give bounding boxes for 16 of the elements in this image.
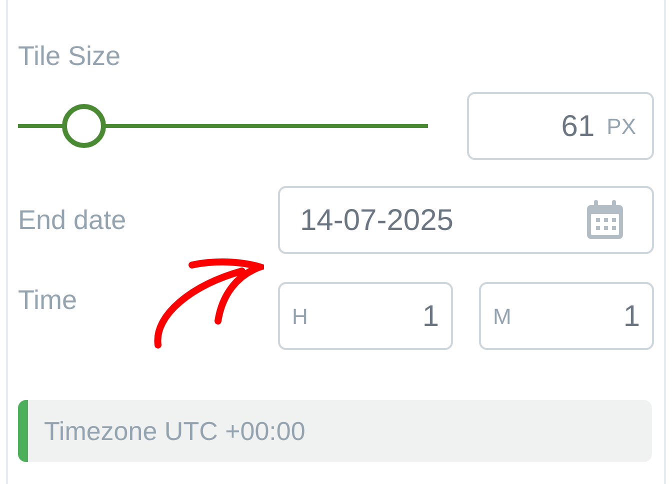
time-field[interactable]: M 1 bbox=[479, 282, 654, 350]
field-value: 14-07-2025 bbox=[300, 202, 454, 238]
unit-label: PX bbox=[606, 112, 636, 140]
field-value: 1 bbox=[623, 298, 640, 334]
field-prefix: M bbox=[493, 302, 512, 330]
field-label: Time bbox=[18, 284, 78, 317]
field-label: End date bbox=[18, 204, 128, 237]
field-value: 61 bbox=[561, 108, 595, 144]
timezone-text: Timezone UTC +00:00 bbox=[44, 414, 306, 448]
date-field[interactable]: 14-07-2025 bbox=[278, 186, 654, 254]
number-field[interactable]: 61 PX bbox=[467, 92, 654, 160]
time-field[interactable]: H 1 bbox=[278, 282, 453, 350]
slider[interactable] bbox=[18, 103, 428, 149]
field-label: Tile Size bbox=[18, 40, 122, 73]
field-prefix: H bbox=[292, 302, 308, 330]
field-value: 1 bbox=[422, 298, 439, 334]
